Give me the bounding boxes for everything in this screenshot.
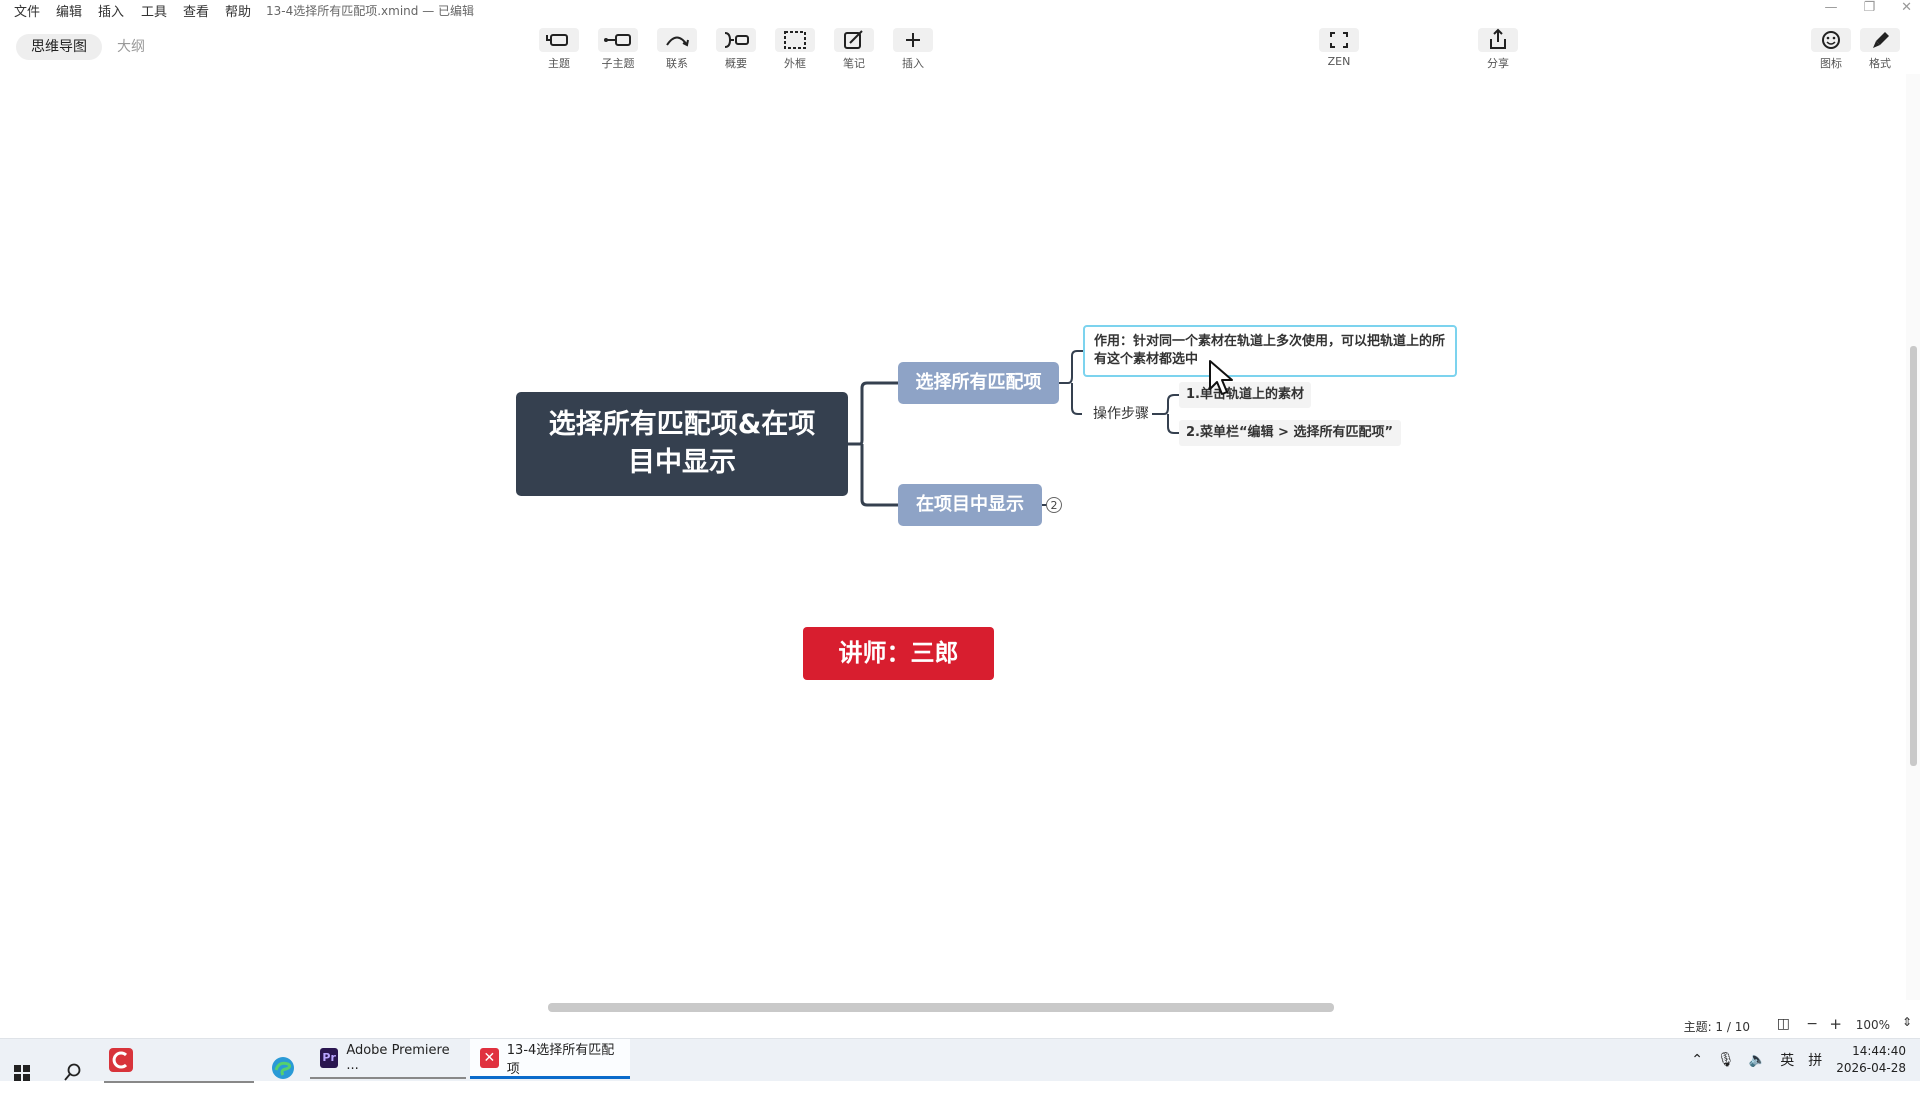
zoom-in-icon[interactable]: + [1829,1015,1842,1033]
central-topic-line1: 选择所有匹配项&在项 [548,409,816,440]
taskbar: Pr Adobe Premiere ... ✕ 13-4选择所有匹配项 ⌃ 🎙 … [0,1038,1920,1083]
topic-icon [539,28,579,52]
insert-label: 插入 [902,57,924,70]
system-tray: ⌃ 🎙 🔈 英 拼 14:44:40 2026-04-28 [1691,1039,1906,1081]
fullscreen-icon [1319,28,1359,52]
horizontal-scrollbar-thumb[interactable] [548,1003,1334,1012]
format-panel-button[interactable]: 格式 [1854,20,1906,70]
icons-panel-button[interactable]: 图标 [1805,20,1857,70]
topic-step-2[interactable]: 2.菜单栏“编辑 > 选择所有匹配项” [1179,420,1401,446]
taskbar-premiere-label: Adobe Premiere ... [346,1043,450,1073]
share-icon [1478,28,1518,52]
relationship-label: 联系 [666,57,688,70]
zen-label: ZEN [1327,55,1351,68]
summary-button[interactable]: 概要 [710,20,762,70]
share-label: 分享 [1487,57,1509,70]
menu-view[interactable]: 查看 [183,1,209,20]
branch-select-all-matching[interactable]: 选择所有匹配项 [898,362,1059,404]
menu-edit[interactable]: 编辑 [56,1,82,20]
taskbar-app-premiere[interactable]: Pr Adobe Premiere ... [310,1039,466,1079]
subtopic-label: 子主题 [601,57,635,70]
summary-icon [716,28,756,52]
plus-icon [893,28,933,52]
taskbar-app-xmind[interactable]: ✕ 13-4选择所有匹配项 [470,1039,630,1079]
clock-time: 14:44:40 [1852,1044,1906,1058]
share-button[interactable]: 分享 [1472,20,1524,70]
menu-file[interactable]: 文件 [14,1,40,20]
topic-steps[interactable]: 操作步骤 [1080,402,1162,426]
menu-insert[interactable]: 插入 [98,1,124,20]
search-icon[interactable] [64,1051,82,1093]
format-label: 格式 [1869,57,1891,70]
vertical-scrollbar-thumb[interactable] [1910,346,1917,766]
microphone-icon[interactable]: 🎙 [1717,1052,1735,1068]
close-icon[interactable]: ✕ [1901,0,1912,20]
connector-lines [848,350,1179,507]
central-topic[interactable]: 选择所有匹配项&在项 目中显示 [516,392,848,496]
boundary-label: 外框 [784,57,806,70]
selected-topic-purpose[interactable]: 作用：针对同一个素材在轨道上多次使用，可以把轨道上的所有这个素材都选中 [1083,325,1457,377]
zoom-out-icon[interactable]: − [1806,1016,1818,1032]
tab-mindmap[interactable]: 思维导图 [16,34,102,60]
tab-outline[interactable]: 大纲 [102,34,160,60]
volume-icon[interactable]: 🔈 [1749,1052,1766,1068]
central-topic-line2: 目中显示 [628,447,736,478]
system-clock[interactable]: 14:44:40 2026-04-28 [1836,1043,1906,1077]
subtopic-button[interactable]: 子主题 [592,20,644,70]
boundary-button[interactable]: 外框 [769,20,821,70]
menu-tools[interactable]: 工具 [141,1,167,20]
note-icon [834,28,874,52]
subtopic-icon [598,28,638,52]
branch-reveal-in-project[interactable]: 在项目中显示 [898,484,1042,526]
menu-bar: 文件 编辑 插入 工具 查看 帮助 13-4选择所有匹配项.xmind — 已编… [0,0,1920,20]
edge-browser-icon[interactable] [270,1047,296,1089]
map-view-icon[interactable]: ◫ [1777,1016,1790,1032]
menu-help[interactable]: 帮助 [225,1,251,20]
recorder-app-icon [109,1048,133,1072]
note-label: 笔记 [843,57,865,70]
document-title: 13-4选择所有匹配项.xmind — 已编辑 [266,4,475,18]
restore-icon[interactable]: ❐ [1863,0,1875,20]
minimize-icon[interactable]: — [1824,0,1837,20]
clock-date: 2026-04-28 [1836,1061,1906,1075]
boundary-icon [775,28,815,52]
start-menu-icon[interactable] [14,1052,30,1094]
xmind-app-icon: ✕ [480,1047,499,1068]
mouse-cursor-icon [1209,360,1233,395]
relationship-button[interactable]: 联系 [651,20,703,70]
tray-overflow-icon[interactable]: ⌃ [1691,1052,1703,1068]
mindmap-canvas[interactable] [0,74,1906,1000]
ime-mode[interactable]: 拼 [1808,1050,1822,1070]
ime-language[interactable]: 英 [1780,1050,1794,1070]
floating-topic-lecturer[interactable]: 讲师：三郎 [803,627,994,680]
zoom-level[interactable]: 100% [1856,1018,1890,1032]
zoom-stepper-icon[interactable]: ⇕ [1902,1015,1912,1029]
brush-icon [1860,28,1900,52]
taskbar-xmind-label: 13-4选择所有匹配项 [506,1042,615,1077]
window-controls: — ❐ ✕ [1824,0,1912,20]
taskbar-app-recorder[interactable] [104,1039,254,1083]
status-bar: 主题: 1 / 10 ◫ − + 100% ⇕ [0,1012,1920,1038]
icons-label: 图标 [1820,57,1842,70]
summary-label: 概要 [725,57,747,70]
zen-button[interactable]: ZEN [1313,20,1365,70]
emoji-icon [1811,28,1851,52]
relationship-icon [657,28,697,52]
topic-button[interactable]: 主题 [533,20,585,70]
note-button[interactable]: 笔记 [828,20,880,70]
insert-button[interactable]: 插入 [887,20,939,70]
collapsed-count-badge[interactable]: 2 [1046,497,1062,513]
topic-count: 主题: 1 / 10 [1683,1020,1750,1034]
topic-label: 主题 [548,57,570,70]
premiere-app-icon: Pr [320,1048,339,1068]
topic-step-1[interactable]: 1.单击轨道上的素材 [1179,382,1311,408]
